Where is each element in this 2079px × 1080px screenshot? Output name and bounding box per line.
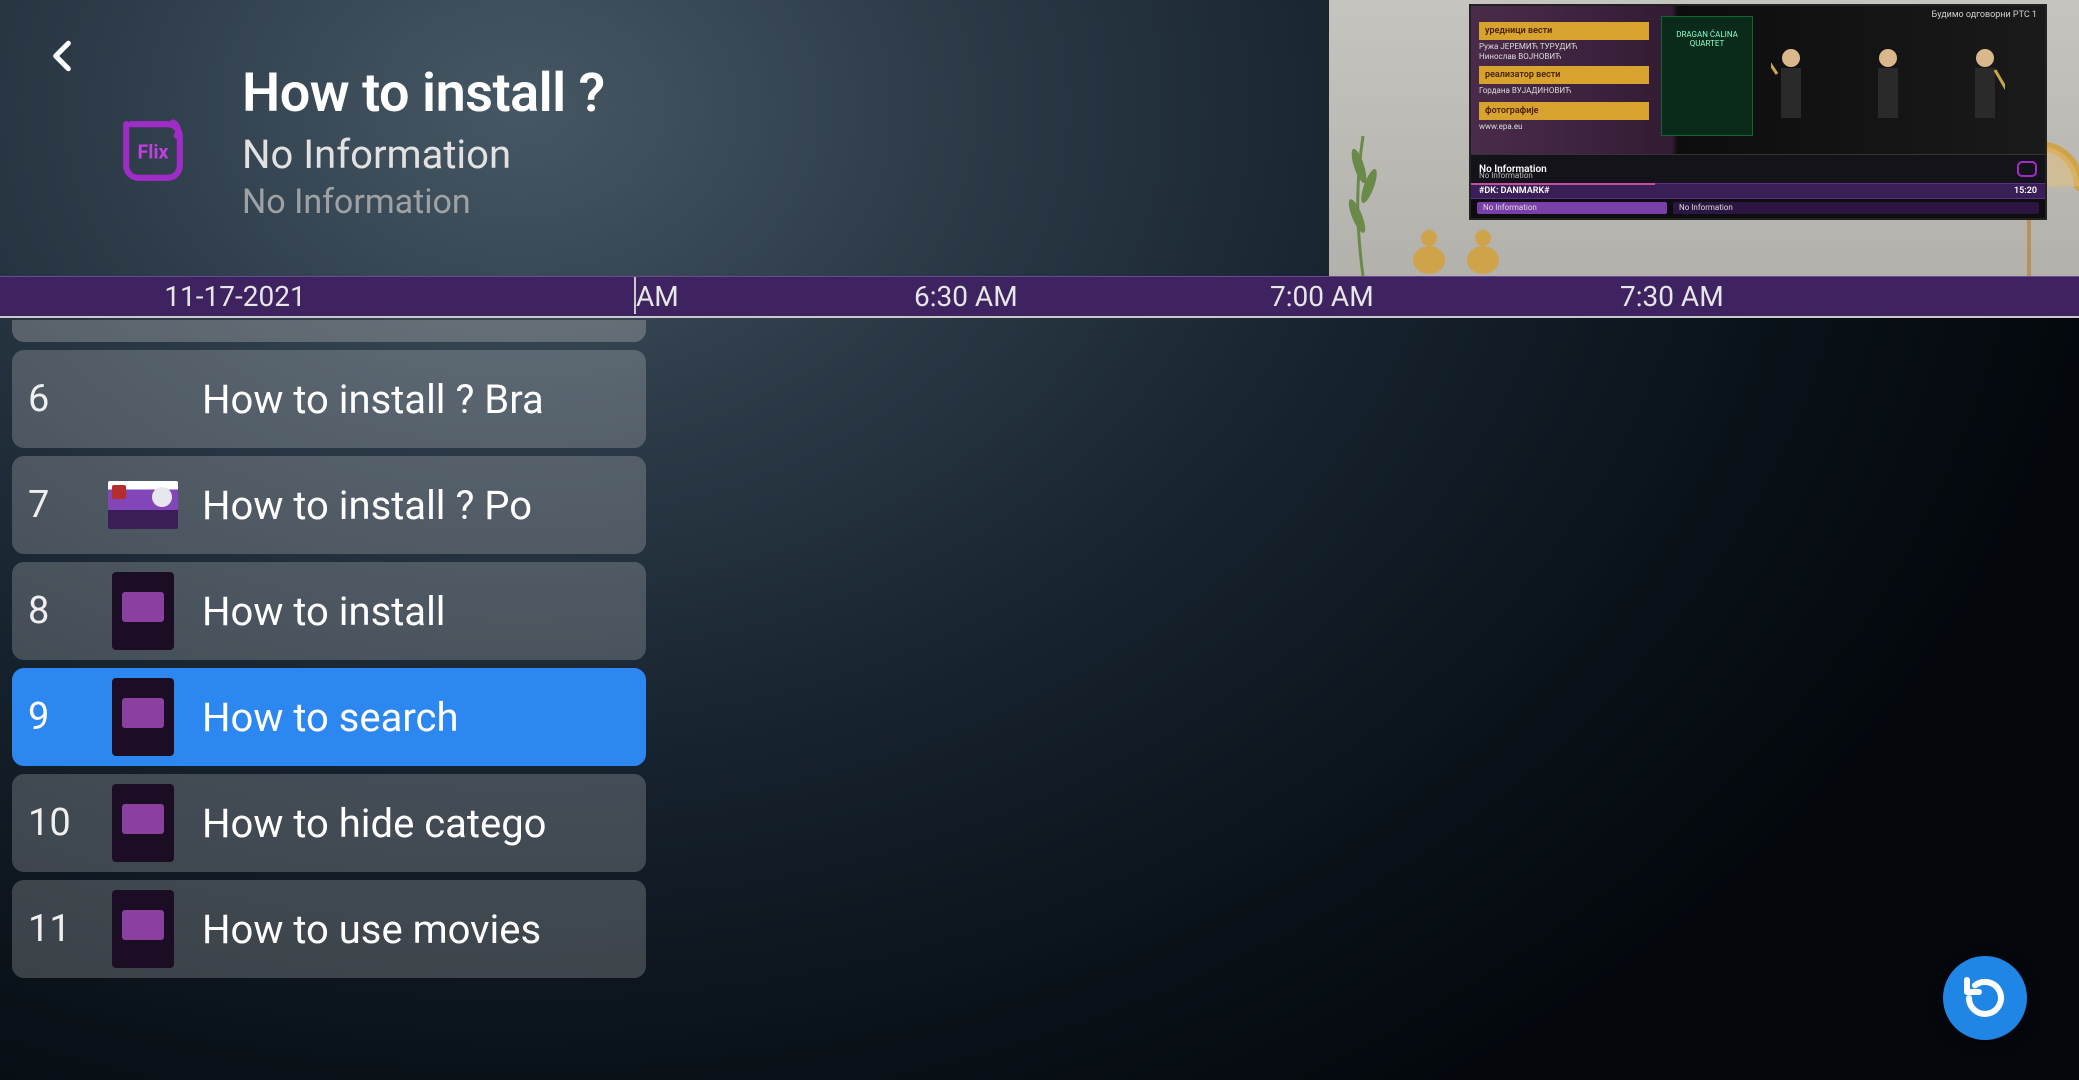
channel-row-selected[interactable]: 9 How to search: [12, 668, 646, 766]
channel-label: How to hide catego: [202, 800, 546, 847]
channel-row[interactable]: 7 How to install ? Po: [12, 456, 646, 554]
header: Flix How to install ? No Information No …: [0, 0, 2079, 276]
channel-thumb: [108, 470, 178, 540]
app-logo: Flix: [110, 108, 196, 194]
epg-timeline[interactable]: 11-17-2021 AM 6:30 AM 7:00 AM 7:30 AM: [0, 276, 2079, 318]
chevron-left-icon: [43, 37, 81, 75]
channel-thumb: [108, 364, 178, 434]
channel-label: How to install: [202, 588, 446, 635]
channel-row[interactable]: 10 How to hide catego: [12, 774, 646, 872]
credit-role-1: уредници вести: [1479, 22, 1649, 40]
channel-thumb: [108, 894, 178, 964]
refresh-icon: [1961, 974, 2009, 1022]
tv-video-area: Будимо одговорни РТС 1 уредници вести Ру…: [1471, 6, 2045, 154]
program-subtext: No Information: [242, 182, 605, 222]
timeline-tick-3: 7:30 AM: [1620, 280, 1724, 313]
channel-number: 11: [28, 907, 108, 951]
channel-label: How to install ? Po: [202, 482, 532, 529]
program-subtitle: No Information: [242, 131, 605, 178]
credit-role-2: реализатор вести: [1479, 66, 1649, 84]
plant-decor: [1335, 126, 1391, 276]
channel-number: 7: [28, 483, 108, 527]
osd-time: 15:20: [2014, 186, 2037, 196]
timeline-tick-0: AM: [636, 280, 679, 313]
channel-number: 9: [28, 695, 108, 739]
channel-row-ghost: [12, 320, 646, 342]
ornament-1: [1405, 216, 1453, 276]
channel-row[interactable]: 11 How to use movies: [12, 880, 646, 978]
osd-seg-next: No Information: [1673, 202, 2039, 214]
ornament-2: [1459, 216, 1507, 276]
osd-progress: [1471, 183, 1655, 185]
stage-poster: DRAGAN ĆALINA QUARTET: [1661, 16, 1753, 136]
credit-name-3: www.epa.eu: [1479, 122, 1523, 132]
osd-subtitle: No Information: [1479, 171, 1533, 180]
channel-number: 6: [28, 377, 108, 421]
program-info: Flix How to install ? No Information No …: [110, 62, 605, 222]
channel-thumb: [108, 788, 178, 858]
refresh-button[interactable]: [1943, 956, 2027, 1040]
performers: [1743, 16, 2033, 134]
channel-thumb: [108, 576, 178, 646]
channel-number: 8: [28, 589, 108, 633]
tv-osd-bar: No Information No Information #DK: DANMA…: [1471, 154, 2045, 218]
timeline-tick-1: 6:30 AM: [914, 280, 1018, 313]
timeline-date: 11-17-2021: [0, 280, 470, 313]
osd-channel-tag: #DK: DANMARK#: [1479, 186, 1550, 196]
back-button[interactable]: [38, 32, 86, 80]
credit-name-1: Ружа ЈЕРЕМИЋ ТУРУДИЋ Нинослав ВОЈНОВИЋ: [1479, 42, 1578, 62]
timeline-tick-2: 7:00 AM: [1270, 280, 1374, 313]
channel-row[interactable]: 6 How to install ? Bra: [12, 350, 646, 448]
program-title: How to install ?: [242, 62, 605, 125]
osd-seg-current: No Information: [1477, 202, 1667, 214]
osd-logo-icon: [2017, 161, 2037, 177]
video-preview: Будимо одговорни РТС 1 уредници вести Ру…: [1329, 0, 2079, 276]
channel-thumb: [108, 682, 178, 752]
channel-label: How to use movies: [202, 906, 541, 953]
channel-row[interactable]: 8 How to install: [12, 562, 646, 660]
channel-label: How to search: [202, 694, 459, 741]
credit-role-3: фотографије: [1479, 102, 1649, 120]
channel-label: How to install ? Bra: [202, 376, 544, 423]
channel-list[interactable]: 6 How to install ? Bra 7 How to install …: [12, 320, 646, 986]
channel-number: 10: [28, 801, 108, 845]
tv-screen[interactable]: Будимо одговорни РТС 1 уредници вести Ру…: [1469, 4, 2047, 220]
flix-icon: Flix: [114, 112, 192, 190]
credit-name-2: Гордана ВУЈАДИНОВИЋ: [1479, 86, 1571, 96]
svg-text:Flix: Flix: [138, 140, 169, 163]
